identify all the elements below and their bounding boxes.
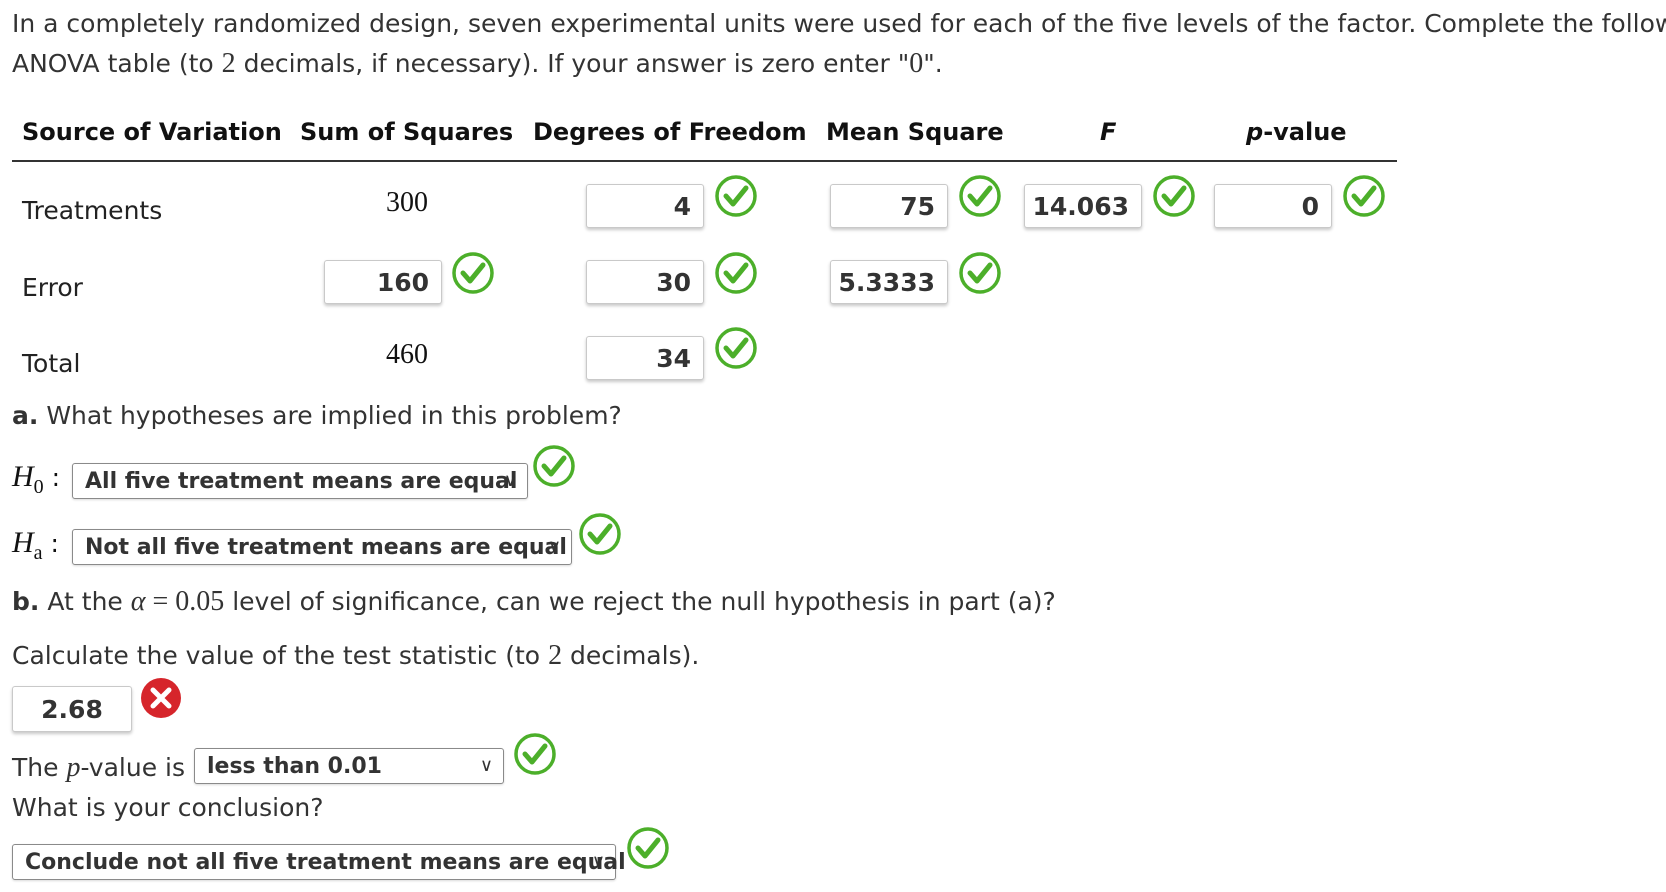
treatments-ms-input[interactable]: 75	[830, 184, 948, 228]
check-circle-icon	[715, 252, 757, 294]
table-header-rule	[12, 160, 1397, 162]
x-circle-icon	[141, 678, 181, 718]
pvalue-text: The	[12, 753, 67, 782]
pvalue-select-value: less than 0.01	[207, 753, 382, 779]
check-circle-icon	[627, 827, 669, 869]
pvalue-text-post: -value is	[80, 753, 186, 782]
check-circle-icon	[959, 252, 1001, 294]
row-treatments-label: Treatments	[22, 196, 163, 225]
intro-line-1: In a completely randomized design, seven…	[12, 9, 1666, 38]
h0-symbol: H	[12, 460, 34, 493]
header-source: Source of Variation	[22, 118, 282, 146]
check-circle-icon	[452, 252, 494, 294]
h0-label: H0 :	[12, 460, 61, 498]
conclusion-select-value: Conclude not all five treatment means ar…	[25, 849, 626, 875]
chevron-down-icon: ∨	[591, 851, 605, 872]
header-ss: Sum of Squares	[300, 118, 514, 146]
row-total-label: Total	[22, 349, 81, 378]
conclusion-prompt: What is your conclusion?	[12, 793, 324, 822]
row-error-label: Error	[22, 273, 83, 302]
header-pvalue: p-value	[1246, 118, 1347, 146]
calc-text: Calculate the value of the test statisti…	[12, 641, 549, 670]
check-circle-icon	[1343, 175, 1385, 217]
h0-select[interactable]: All five treatment means are equal ∨	[72, 463, 528, 499]
error-ms-input[interactable]: 5.3333	[830, 260, 948, 304]
check-circle-icon	[579, 513, 621, 555]
calc-decimals: 2	[548, 640, 563, 671]
total-ss-value: 460	[386, 339, 428, 370]
pvalue-p: p	[66, 752, 81, 783]
check-circle-icon	[533, 445, 575, 487]
treatments-f-input[interactable]: 14.063	[1024, 184, 1142, 228]
alpha-value: 0.05	[175, 586, 225, 617]
error-ss-input[interactable]: 160	[324, 260, 442, 304]
check-circle-icon	[1153, 175, 1195, 217]
part-b-text-post: level of significance, can we reject the…	[224, 587, 1056, 616]
part-a-question: What hypotheses are implied in this prob…	[38, 401, 622, 430]
intro-text: ANOVA table (to	[12, 49, 222, 78]
check-circle-icon	[959, 175, 1001, 217]
intro-decimals: 2	[221, 48, 236, 79]
ha-label: Ha :	[12, 526, 59, 564]
error-df-input[interactable]: 30	[586, 260, 704, 304]
header-f: F	[1100, 118, 1117, 146]
check-circle-icon	[715, 327, 757, 369]
treatments-ss-value: 300	[386, 187, 428, 218]
intro-text-mid: decimals, if necessary). If your answer …	[235, 49, 910, 78]
h0-subscript: 0	[33, 476, 44, 498]
part-a-prompt: a. What hypotheses are implied in this p…	[12, 401, 622, 430]
equals-sign: =	[145, 586, 176, 617]
conclusion-select[interactable]: Conclude not all five treatment means ar…	[12, 844, 626, 880]
header-p: p	[1246, 118, 1264, 146]
intro-text-end: ".	[923, 49, 943, 78]
check-circle-icon	[514, 733, 556, 775]
ha-select-value: Not all five treatment means are equal	[85, 534, 567, 560]
part-a-letter: a.	[12, 401, 39, 430]
header-ms: Mean Square	[826, 118, 1004, 146]
header-df: Degrees of Freedom	[533, 118, 807, 146]
h0-select-value: All five treatment means are equal	[85, 468, 518, 494]
intro-line-2: ANOVA table (to 2 decimals, if necessary…	[12, 48, 943, 80]
alpha-symbol: α	[130, 586, 146, 617]
part-b-prompt: b. At the α = 0.05 level of significance…	[12, 586, 1056, 618]
pvalue-select[interactable]: less than 0.01 ∨	[194, 748, 504, 784]
total-df-input[interactable]: 34	[586, 336, 704, 380]
check-circle-icon	[715, 175, 757, 217]
ha-symbol: H	[12, 526, 34, 559]
chevron-down-icon: ∨	[479, 755, 493, 776]
test-statistic-input[interactable]: 2.68	[12, 686, 132, 732]
ha-select[interactable]: Not all five treatment means are equal ∨	[72, 529, 572, 565]
ha-subscript: a	[33, 542, 43, 564]
chevron-down-icon: ∨	[503, 470, 517, 491]
part-b-text: At the	[39, 587, 131, 616]
calc-prompt: Calculate the value of the test statisti…	[12, 640, 699, 672]
part-b-letter: b.	[12, 587, 40, 616]
intro-zero: 0	[909, 48, 924, 79]
pvalue-prompt: The p-value is	[12, 752, 185, 784]
calc-text-post: decimals).	[562, 641, 700, 670]
treatments-df-input[interactable]: 4	[586, 184, 704, 228]
treatments-pvalue-input[interactable]: 0	[1214, 184, 1332, 228]
chevron-down-icon: ∨	[547, 536, 561, 557]
